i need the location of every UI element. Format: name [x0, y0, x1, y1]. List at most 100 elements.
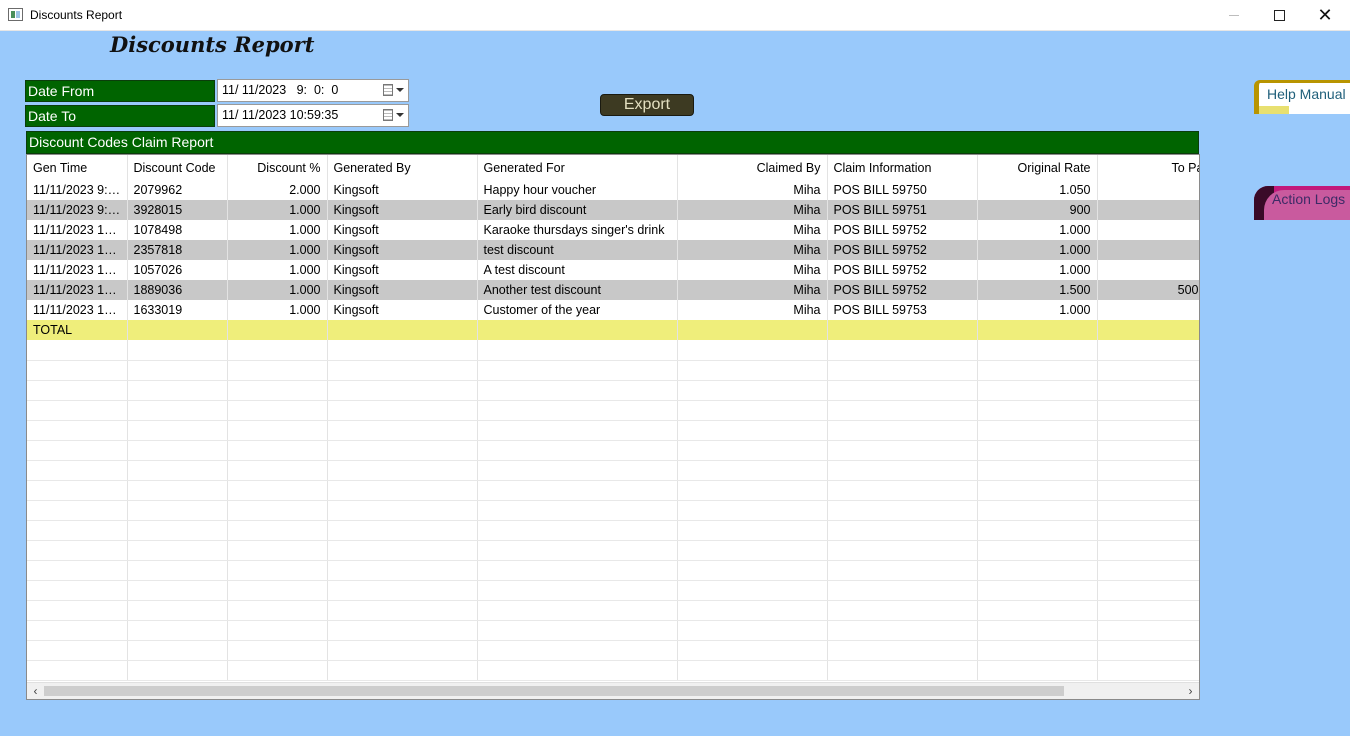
column-header-generated-by[interactable]: Generated By	[327, 155, 478, 180]
cell-discount-code: 1057026	[127, 260, 228, 280]
empty-cell	[27, 380, 128, 401]
horizontal-scrollbar[interactable]: ‹ ›	[27, 682, 1199, 699]
cell-generated-for: Customer of the year	[477, 300, 678, 320]
cell-to-pay	[1097, 240, 1199, 260]
empty-cell	[127, 520, 228, 541]
date-to-value: 11/ 11/2023 10:59:35	[222, 108, 339, 122]
empty-cell	[477, 380, 678, 401]
empty-cell	[27, 540, 128, 561]
minimize-button[interactable]	[1211, 0, 1257, 31]
empty-cell	[677, 520, 828, 541]
table-row[interactable]: 11/11/2023 10:05:4023578181.000Kingsoftt…	[27, 240, 1199, 260]
total-label: TOTAL	[27, 320, 128, 340]
table-row[interactable]: 11/11/2023 10:01:1210784981.000KingsoftK…	[27, 220, 1199, 240]
date-to-calendar-button[interactable]	[383, 109, 405, 123]
table-row[interactable]: 11/11/2023 9:15:0239280151.000KingsoftEa…	[27, 200, 1199, 220]
empty-cell	[477, 580, 678, 601]
empty-cell	[227, 500, 328, 521]
cell-claim-information: POS BILL 59752	[827, 220, 978, 240]
column-header-generated-for[interactable]: Generated For	[477, 155, 678, 180]
total-cell	[1097, 320, 1199, 340]
action-logs-button[interactable]: Action Logs	[1254, 186, 1350, 220]
empty-cell	[127, 420, 228, 441]
empty-row	[27, 400, 1199, 421]
cell-gen-time: 11/11/2023 10:33:51	[27, 300, 128, 320]
cell-generated-for: Another test discount	[477, 280, 678, 300]
cell-generated-for: Karaoke thursdays singer's drink	[477, 220, 678, 240]
cell-gen-time: 11/11/2023 10:01:12	[27, 220, 128, 240]
scroll-left-icon[interactable]: ‹	[27, 683, 44, 699]
column-header-discount-pct[interactable]: Discount %	[227, 155, 328, 180]
maximize-button[interactable]	[1256, 0, 1302, 31]
cell-generated-by: Kingsoft	[327, 260, 478, 280]
cell-gen-time: 11/11/2023 10:12:09	[27, 260, 128, 280]
total-cell	[227, 320, 328, 340]
empty-cell	[477, 540, 678, 561]
empty-cell	[27, 420, 128, 441]
table-row[interactable]: 11/11/2023 9:00:3020799622.000KingsoftHa…	[27, 180, 1199, 200]
help-accent	[1259, 106, 1289, 114]
empty-cell	[677, 420, 828, 441]
empty-cell	[227, 360, 328, 381]
cell-discount-code: 2357818	[127, 240, 228, 260]
empty-cell	[977, 660, 1098, 681]
total-cell	[127, 320, 228, 340]
empty-cell	[1097, 640, 1199, 661]
total-cell	[477, 320, 678, 340]
empty-cell	[477, 420, 678, 441]
empty-cell	[327, 460, 478, 481]
date-from-value: 11/ 11/2023 9: 0: 0	[222, 83, 339, 97]
date-from-picker[interactable]: 11/ 11/2023 9: 0: 0	[217, 79, 409, 102]
table-row[interactable]: 11/11/2023 10:20:4418890361.000KingsoftA…	[27, 280, 1199, 300]
empty-cell	[327, 420, 478, 441]
column-header-gen-time[interactable]: Gen Time	[27, 155, 128, 180]
column-header-original-rate[interactable]: Original Rate	[977, 155, 1098, 180]
empty-cell	[677, 660, 828, 681]
cell-generated-by: Kingsoft	[327, 240, 478, 260]
table-row[interactable]: 11/11/2023 10:12:0910570261.000KingsoftA…	[27, 260, 1199, 280]
help-manual-button[interactable]: Help Manual	[1254, 80, 1350, 114]
empty-cell	[227, 580, 328, 601]
date-from-calendar-button[interactable]	[383, 84, 405, 98]
empty-cell	[127, 480, 228, 501]
empty-cell	[227, 520, 328, 541]
total-cell	[677, 320, 828, 340]
discount-claims-table: Gen Time Discount Code Discount % Genera…	[27, 155, 1199, 681]
discount-claims-grid[interactable]: Gen Time Discount Code Discount % Genera…	[26, 154, 1200, 700]
empty-cell	[477, 360, 678, 381]
column-header-to-pay[interactable]: To Pay	[1097, 155, 1199, 180]
empty-cell	[827, 420, 978, 441]
cell-generated-by: Kingsoft	[327, 180, 478, 200]
cell-original-rate: 1.000	[977, 220, 1098, 240]
empty-row	[27, 460, 1199, 481]
cell-claimed-by: Miha	[677, 180, 828, 200]
cell-gen-time: 11/11/2023 9:00:30	[27, 180, 128, 200]
total-cell	[327, 320, 478, 340]
empty-cell	[1097, 600, 1199, 621]
cell-original-rate: 1.000	[977, 240, 1098, 260]
cell-discount-code: 3928015	[127, 200, 228, 220]
date-to-picker[interactable]: 11/ 11/2023 10:59:35	[217, 104, 409, 127]
export-button[interactable]: Export	[600, 94, 694, 116]
empty-cell	[977, 360, 1098, 381]
empty-cell	[27, 340, 128, 361]
empty-cell	[327, 400, 478, 421]
empty-row	[27, 640, 1199, 661]
column-header-discount-code[interactable]: Discount Code	[127, 155, 228, 180]
empty-cell	[477, 460, 678, 481]
empty-cell	[977, 380, 1098, 401]
cell-gen-time: 11/11/2023 10:20:44	[27, 280, 128, 300]
scrollbar-thumb[interactable]	[44, 686, 1064, 696]
column-header-claimed-by[interactable]: Claimed By	[677, 155, 828, 180]
empty-cell	[827, 400, 978, 421]
cell-claimed-by: Miha	[677, 300, 828, 320]
empty-cell	[477, 440, 678, 461]
close-button[interactable]: ✕	[1302, 0, 1348, 31]
empty-cell	[227, 400, 328, 421]
empty-cell	[977, 520, 1098, 541]
empty-cell	[827, 460, 978, 481]
scroll-right-icon[interactable]: ›	[1182, 683, 1199, 699]
table-row[interactable]: 11/11/2023 10:33:5116330191.000KingsoftC…	[27, 300, 1199, 320]
empty-cell	[27, 620, 128, 641]
column-header-claim-information[interactable]: Claim Information	[827, 155, 978, 180]
